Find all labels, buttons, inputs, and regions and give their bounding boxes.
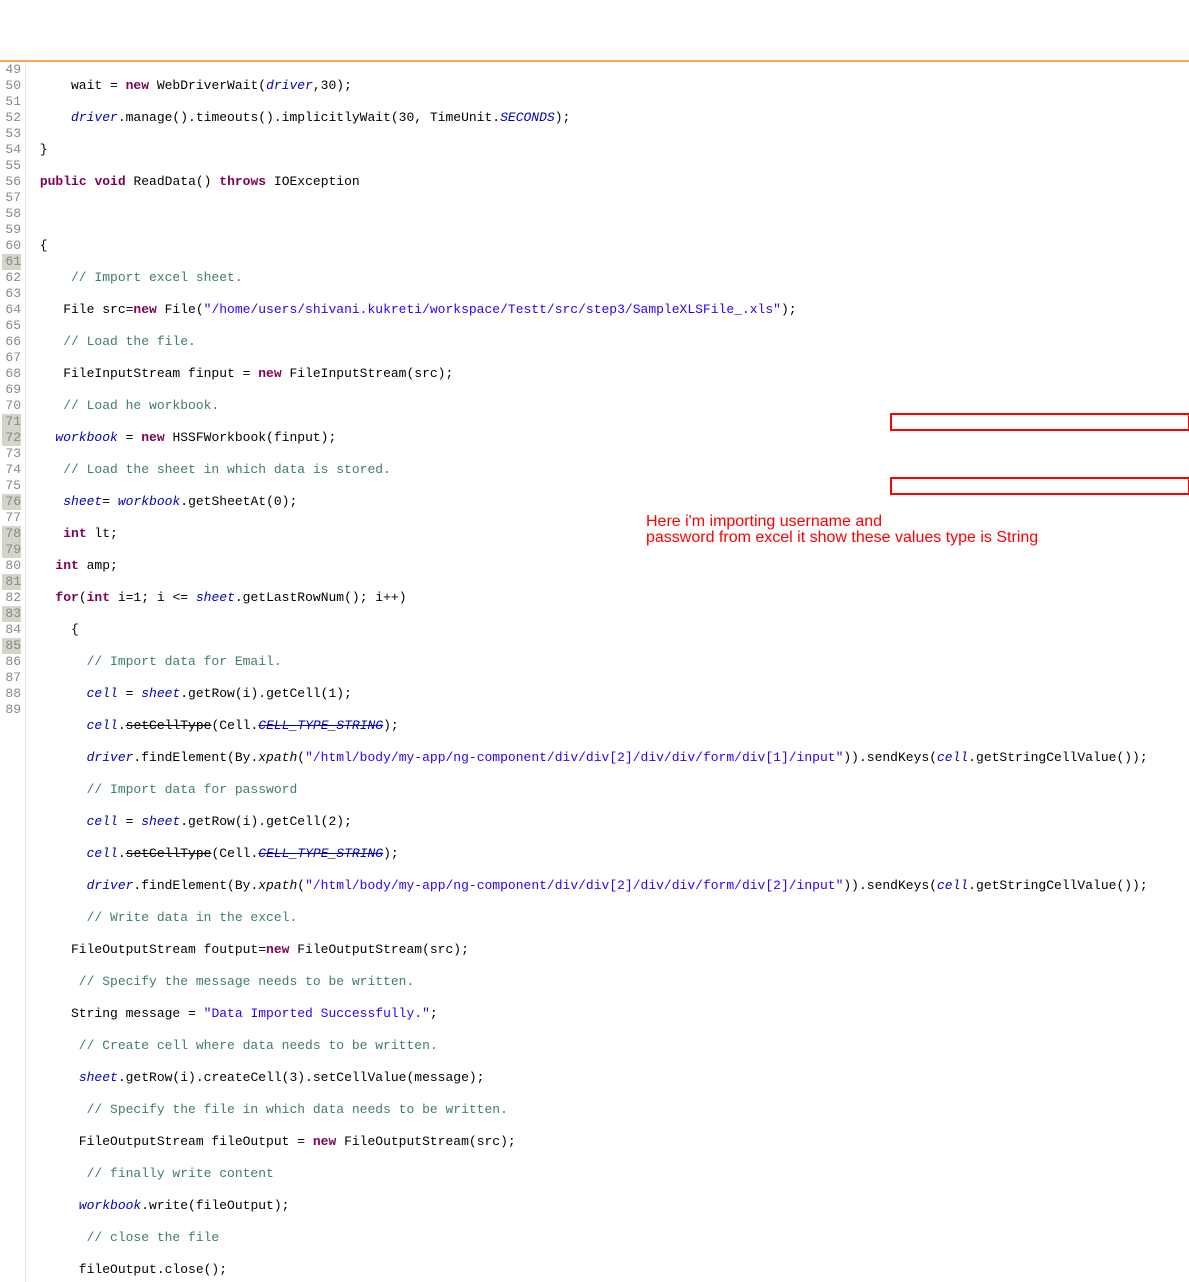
- code-line: cell.setCellType(Cell.CELL_TYPE_STRING);: [32, 846, 1189, 862]
- code-line: workbook = new HSSFWorkbook(finput);: [32, 430, 1189, 446]
- code-line: sheet= workbook.getSheetAt(0);: [32, 494, 1189, 510]
- code-line: // Specify the file in which data needs …: [32, 1102, 1189, 1118]
- code-line: public void ReadData() throws IOExceptio…: [32, 174, 1189, 190]
- line-number: 49: [2, 62, 21, 78]
- code-line: // Create cell where data needs to be wr…: [32, 1038, 1189, 1054]
- code-line: cell = sheet.getRow(i).getCell(2);: [32, 814, 1189, 830]
- line-number: 66: [2, 334, 21, 350]
- line-number: 76: [2, 494, 21, 510]
- line-number: 70: [2, 398, 21, 414]
- code-line: // Specify the message needs to be writt…: [32, 974, 1189, 990]
- line-number: 78: [2, 526, 21, 542]
- code-line: driver.findElement(By.xpath("/html/body/…: [32, 878, 1189, 894]
- code-line: cell = sheet.getRow(i).getCell(1);: [32, 686, 1189, 702]
- line-number: 54: [2, 142, 21, 158]
- line-number: 82: [2, 590, 21, 606]
- line-number: 77: [2, 510, 21, 526]
- code-line: // finally write content: [32, 1166, 1189, 1182]
- line-number: 89: [2, 702, 21, 718]
- line-number: 59: [2, 222, 21, 238]
- line-number: 86: [2, 654, 21, 670]
- code-line: for(int i=1; i <= sheet.getLastRowNum();…: [32, 590, 1189, 606]
- line-number: 52: [2, 110, 21, 126]
- code-line: // Load the sheet in which data is store…: [32, 462, 1189, 478]
- code-line: sheet.getRow(i).createCell(3).setCellVal…: [32, 1070, 1189, 1086]
- annotation-text: Here i'm importing username and password…: [646, 514, 1166, 546]
- code-line: // close the file: [32, 1230, 1189, 1246]
- line-number: 75: [2, 478, 21, 494]
- code-area[interactable]: wait = new WebDriverWait(driver,30); dri…: [26, 62, 1189, 1282]
- code-line: {: [32, 238, 1189, 254]
- line-number: 50: [2, 78, 21, 94]
- line-number: 87: [2, 670, 21, 686]
- code-line: // Write data in the excel.: [32, 910, 1189, 926]
- highlight-box-2: [890, 477, 1189, 495]
- line-number: 53: [2, 126, 21, 142]
- code-line: FileOutputStream fileOutput = new FileOu…: [32, 1134, 1189, 1150]
- line-number: 67: [2, 350, 21, 366]
- code-line: }: [32, 142, 1189, 158]
- line-number: 60: [2, 238, 21, 254]
- code-line: // Import excel sheet.: [32, 270, 1189, 286]
- line-number: 83: [2, 606, 21, 622]
- line-number: 69: [2, 382, 21, 398]
- line-number: 85: [2, 638, 21, 654]
- line-number: 51: [2, 94, 21, 110]
- line-number: 74: [2, 462, 21, 478]
- code-line: String message = "Data Imported Successf…: [32, 1006, 1189, 1022]
- code-line: // Import data for password: [32, 782, 1189, 798]
- line-number-gutter: 4950515253545556575859606162636465666768…: [0, 62, 26, 1282]
- code-line: // Load he workbook.: [32, 398, 1189, 414]
- line-number: 63: [2, 286, 21, 302]
- line-number: 58: [2, 206, 21, 222]
- highlight-box-1: [890, 413, 1189, 431]
- code-line: {: [32, 622, 1189, 638]
- code-line: // Import data for Email.: [32, 654, 1189, 670]
- line-number: 79: [2, 542, 21, 558]
- line-number: 84: [2, 622, 21, 638]
- line-number: 72: [2, 430, 21, 446]
- code-line: driver.findElement(By.xpath("/html/body/…: [32, 750, 1189, 766]
- code-line: int amp;: [32, 558, 1189, 574]
- code-line: fileOutput.close();: [32, 1262, 1189, 1278]
- code-line: wait = new WebDriverWait(driver,30);: [32, 78, 1189, 94]
- line-number: 65: [2, 318, 21, 334]
- line-number: 73: [2, 446, 21, 462]
- code-line: // Load the file.: [32, 334, 1189, 350]
- line-number: 61: [2, 254, 21, 270]
- line-number: 71: [2, 414, 21, 430]
- line-number: 62: [2, 270, 21, 286]
- line-number: 55: [2, 158, 21, 174]
- code-line: workbook.write(fileOutput);: [32, 1198, 1189, 1214]
- code-line: driver.manage().timeouts().implicitlyWai…: [32, 110, 1189, 126]
- line-number: 64: [2, 302, 21, 318]
- code-line: [32, 206, 1189, 222]
- line-number: 81: [2, 574, 21, 590]
- line-number: 56: [2, 174, 21, 190]
- code-line: FileOutputStream foutput=new FileOutputS…: [32, 942, 1189, 958]
- code-line: File src=new File("/home/users/shivani.k…: [32, 302, 1189, 318]
- code-line: cell.setCellType(Cell.CELL_TYPE_STRING);: [32, 718, 1189, 734]
- code-line: FileInputStream finput = new FileInputSt…: [32, 366, 1189, 382]
- line-number: 68: [2, 366, 21, 382]
- line-number: 88: [2, 686, 21, 702]
- code-editor[interactable]: 4950515253545556575859606162636465666768…: [0, 60, 1189, 1282]
- line-number: 57: [2, 190, 21, 206]
- line-number: 80: [2, 558, 21, 574]
